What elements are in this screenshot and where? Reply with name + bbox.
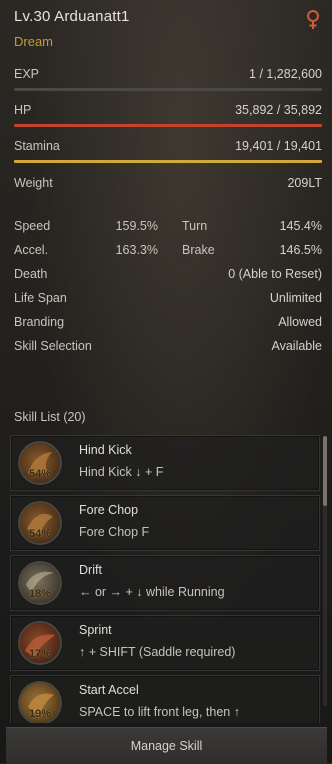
turn-value: 145.4% [279, 219, 322, 233]
hp-label: HP [14, 103, 32, 117]
skill-command: SPACE to lift front leg, then ↑ [79, 705, 240, 719]
skill-item[interactable]: 19% Start Accel SPACE to lift front leg,… [10, 675, 320, 723]
skill-name: Sprint [79, 623, 112, 637]
hind-kick-icon: 54% [20, 443, 60, 483]
branding-label: Branding [14, 315, 65, 329]
death-label: Death [14, 267, 48, 281]
sprint-icon: 17% [20, 623, 60, 663]
skill-selection-row: Skill Selection Available [14, 339, 322, 353]
drift-icon: 18% [20, 563, 60, 603]
death-value: 0 (Able to Reset) [228, 267, 322, 281]
skill-command: Fore Chop F [79, 525, 150, 539]
skill-command: ↑ + SHIFT (Saddle required) [79, 645, 236, 659]
stamina-bar-fill [14, 160, 322, 163]
speed-value: 159.5% [115, 219, 158, 233]
skill-progress: 54% [28, 528, 52, 540]
skill-selection-label: Skill Selection [14, 339, 92, 353]
fore-chop-icon: 54% [20, 503, 60, 543]
skill-command: ← or → + ↓ while Running [79, 585, 225, 599]
accel-label: Accel. [14, 243, 49, 257]
branding-row: Branding Allowed [14, 315, 322, 329]
death-row: Death 0 (Able to Reset) [14, 267, 322, 281]
weight-row: Weight 209LT [14, 176, 322, 190]
skill-name: Start Accel [79, 683, 139, 697]
exp-bar [14, 88, 322, 91]
horse-tier-label: Dream [14, 34, 54, 49]
branding-value: Allowed [278, 315, 322, 329]
skill-name: Hind Kick [79, 443, 132, 457]
hp-bar-fill [14, 124, 322, 127]
lifespan-label: Life Span [14, 291, 67, 305]
brake-value: 146.5% [279, 243, 322, 257]
skill-selection-value: Available [271, 339, 322, 353]
horse-info-panel: Lv.30 Arduanatt1 Dream EXP 1 / 1,282,600… [0, 0, 332, 764]
speed-turn-row: Speed 159.5% Turn 145.4% [14, 219, 322, 233]
manage-skill-button[interactable]: Manage Skill [6, 727, 327, 764]
skill-item[interactable]: 17% Sprint ↑ + SHIFT (Saddle required) [10, 615, 320, 671]
stamina-value: 19,401 / 19,401 [235, 139, 322, 153]
stamina-row: Stamina 19,401 / 19,401 [14, 139, 322, 153]
hp-bar [14, 124, 322, 127]
skill-progress: 17% [28, 648, 52, 660]
stamina-label: Stamina [14, 139, 60, 153]
weight-label: Weight [14, 176, 53, 190]
start-accel-icon: 19% [20, 683, 60, 723]
exp-label: EXP [14, 67, 40, 81]
skill-list-scrollbar[interactable] [323, 436, 327, 706]
lifespan-value: Unlimited [269, 291, 322, 305]
accel-value: 163.3% [115, 243, 158, 257]
hp-value: 35,892 / 35,892 [235, 103, 322, 117]
page-title: Lv.30 Arduanatt1 [14, 8, 130, 25]
weight-value: 209LT [287, 176, 322, 190]
skill-name: Drift [79, 563, 102, 577]
skill-item[interactable]: 54% Fore Chop Fore Chop F [10, 495, 320, 551]
skill-command: Hind Kick ↓ + F [79, 465, 164, 479]
skill-progress: 19% [28, 708, 52, 720]
skill-progress: 54% [28, 468, 52, 480]
skill-list[interactable]: 54% Hind Kick Hind Kick ↓ + F 54% Fore C… [8, 433, 321, 723]
exp-value: 1 / 1,282,600 [249, 67, 322, 81]
lifespan-row: Life Span Unlimited [14, 291, 322, 305]
skill-list-title: Skill List (20) [14, 410, 86, 424]
header: Lv.30 Arduanatt1 Dream [14, 8, 322, 52]
turn-label: Turn [182, 219, 208, 233]
skill-progress: 18% [28, 588, 52, 600]
exp-row: EXP 1 / 1,282,600 [14, 67, 322, 81]
skill-list-scroll-thumb[interactable] [323, 436, 327, 506]
brake-label: Brake [182, 243, 215, 257]
skill-name: Fore Chop [79, 503, 139, 517]
hp-row: HP 35,892 / 35,892 [14, 103, 322, 117]
speed-label: Speed [14, 219, 51, 233]
female-icon [307, 10, 319, 29]
skill-item[interactable]: 54% Hind Kick Hind Kick ↓ + F [10, 435, 320, 491]
stamina-bar [14, 160, 322, 163]
accel-brake-row: Accel. 163.3% Brake 146.5% [14, 243, 322, 257]
skill-item[interactable]: 18% Drift ← or → + ↓ while Running [10, 555, 320, 611]
